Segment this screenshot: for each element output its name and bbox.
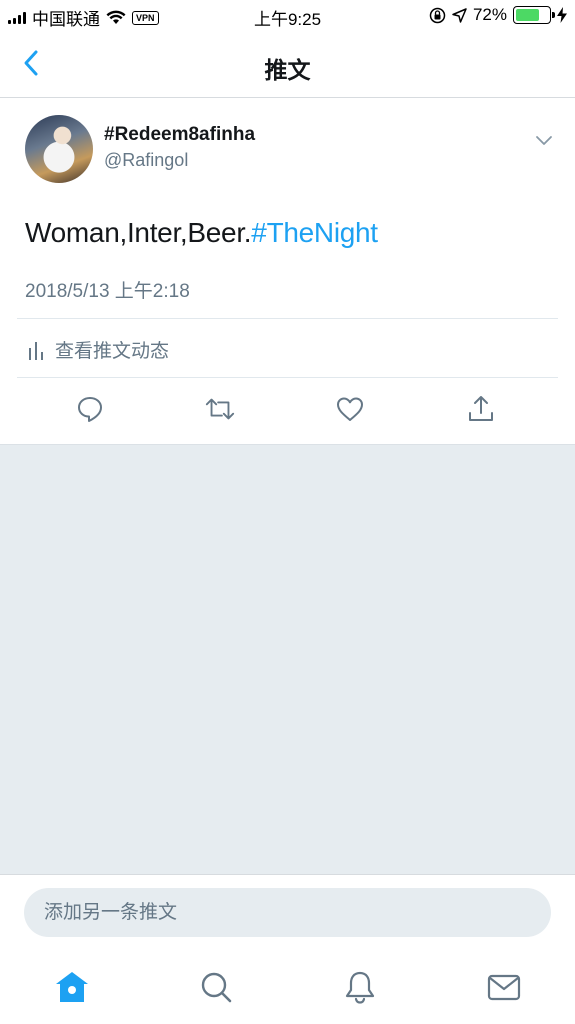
like-button[interactable] bbox=[334, 393, 366, 425]
divider bbox=[17, 377, 558, 378]
reply-icon bbox=[78, 397, 102, 422]
divider bbox=[17, 318, 558, 319]
tweet-timestamp: 2018/5/13 上午2:18 bbox=[25, 281, 190, 302]
charging-bolt-icon bbox=[557, 7, 567, 23]
tab-bar bbox=[0, 950, 575, 1024]
display-name[interactable]: #Redeem8afinha bbox=[104, 124, 255, 146]
tab-home[interactable] bbox=[53, 968, 91, 1006]
tweet-detail: #Redeem8afinha @Rafingol Woman,Inter,Bee… bbox=[0, 99, 575, 444]
retweet-button[interactable] bbox=[204, 393, 236, 425]
tab-messages[interactable] bbox=[485, 968, 523, 1006]
status-bar: 中国联通 VPN 上午9:25 72% bbox=[0, 0, 575, 32]
navigation-bar: 推文 bbox=[0, 32, 575, 98]
tweet-options-button[interactable] bbox=[533, 129, 555, 151]
view-tweet-activity-link[interactable]: 查看推文动态 bbox=[27, 336, 169, 363]
orientation-lock-icon bbox=[429, 7, 446, 23]
retweet-icon bbox=[205, 398, 235, 420]
tweet-actions bbox=[0, 389, 575, 433]
notifications-icon bbox=[345, 971, 375, 1004]
tab-notifications[interactable] bbox=[341, 968, 379, 1006]
status-right: 72% bbox=[429, 5, 567, 25]
hashtag-link[interactable]: #TheNight bbox=[251, 217, 378, 248]
share-button[interactable] bbox=[465, 393, 497, 425]
share-icon bbox=[469, 396, 493, 421]
tweet-text: Woman,Inter,Beer.#TheNight bbox=[25, 217, 378, 249]
battery-icon bbox=[513, 6, 555, 24]
battery-percent: 72% bbox=[472, 5, 507, 24]
user-handle[interactable]: @Rafingol bbox=[104, 150, 188, 171]
messages-icon bbox=[487, 974, 521, 1001]
location-arrow-icon bbox=[452, 7, 467, 23]
replies-area bbox=[0, 444, 575, 874]
reply-bar bbox=[0, 874, 575, 950]
activity-label: 查看推文动态 bbox=[55, 341, 170, 362]
tweet-text-body: Woman,Inter,Beer. bbox=[25, 217, 252, 248]
search-icon bbox=[201, 972, 232, 1003]
bar-chart-icon bbox=[29, 341, 43, 360]
avatar[interactable] bbox=[25, 115, 93, 183]
like-icon bbox=[337, 397, 363, 421]
home-icon bbox=[56, 972, 88, 1002]
chevron-down-icon bbox=[536, 136, 552, 145]
reply-button[interactable] bbox=[74, 393, 106, 425]
tab-search[interactable] bbox=[197, 968, 235, 1006]
reply-input[interactable] bbox=[24, 888, 551, 937]
page-title: 推文 bbox=[264, 57, 311, 83]
